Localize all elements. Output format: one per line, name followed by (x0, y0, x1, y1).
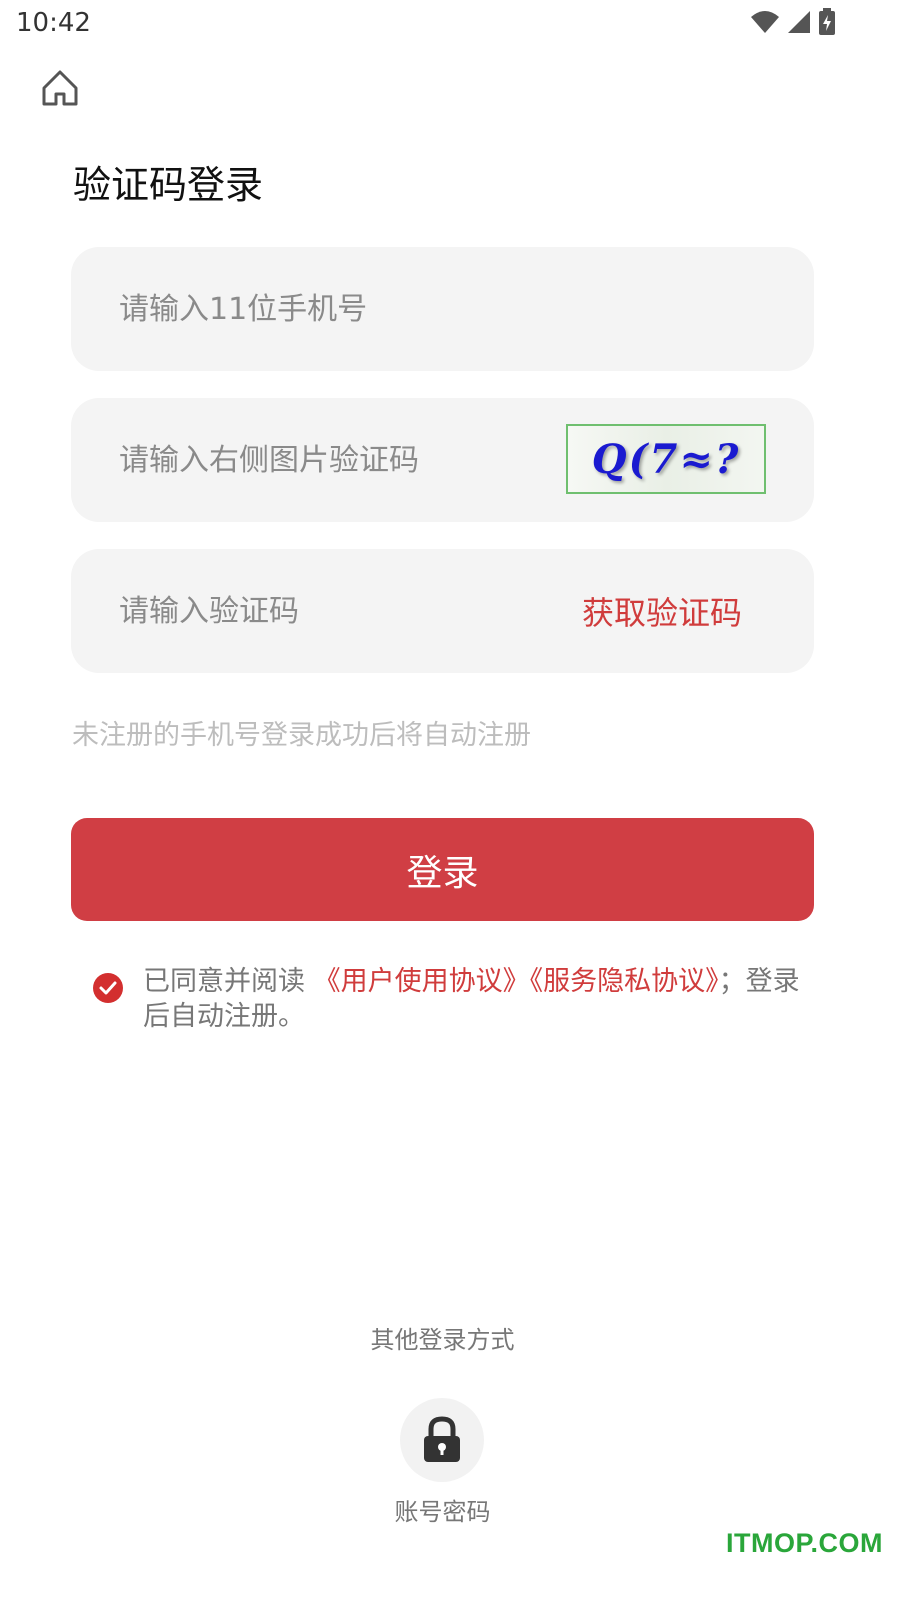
account-password-label: 账号密码 (394, 1498, 491, 1526)
captcha-field-container: Q(7≈? (71, 398, 814, 522)
status-time: 10:42 (16, 8, 91, 38)
phone-field-container (71, 247, 814, 371)
account-password-login-button[interactable] (400, 1398, 484, 1482)
privacy-agreement-link[interactable]: 《服务隐私协议》 (530, 966, 719, 997)
agreement-text: 已同意并阅读 《用户使用协议》《服务隐私协议》；登录后自动注册。 (143, 964, 803, 1034)
other-login-label: 其他登录方式 (370, 1326, 515, 1354)
signal-icon (788, 11, 810, 33)
wifi-icon (751, 11, 779, 33)
captcha-image-text: Q(7≈? (591, 435, 741, 483)
user-agreement-link[interactable]: 《用户使用协议》 (314, 966, 530, 997)
check-circle-icon (93, 973, 123, 1003)
agreement-checkbox[interactable] (92, 972, 124, 1004)
sms-code-field-container: 获取验证码 (71, 549, 814, 673)
login-screen: 10:42 验证码登录 Q(7≈? 获取验证码 未注册的手机号登录成功后将自动注… (0, 0, 900, 1600)
lock-icon (424, 1416, 460, 1462)
captcha-input[interactable] (119, 398, 549, 522)
home-button[interactable] (40, 68, 80, 108)
status-icons (750, 8, 836, 36)
captcha-image[interactable]: Q(7≈? (566, 424, 766, 494)
agreement-prefix: 已同意并阅读 (143, 966, 305, 997)
sms-code-input[interactable] (119, 549, 549, 673)
home-icon (42, 70, 78, 106)
battery-icon (819, 8, 835, 35)
phone-input[interactable] (119, 247, 759, 371)
auto-register-hint: 未注册的手机号登录成功后将自动注册 (72, 720, 531, 751)
login-button[interactable]: 登录 (71, 818, 814, 921)
get-code-button[interactable]: 获取验证码 (582, 549, 742, 673)
page-title: 验证码登录 (73, 163, 264, 207)
watermark: ITMOP.COM (726, 1528, 884, 1558)
